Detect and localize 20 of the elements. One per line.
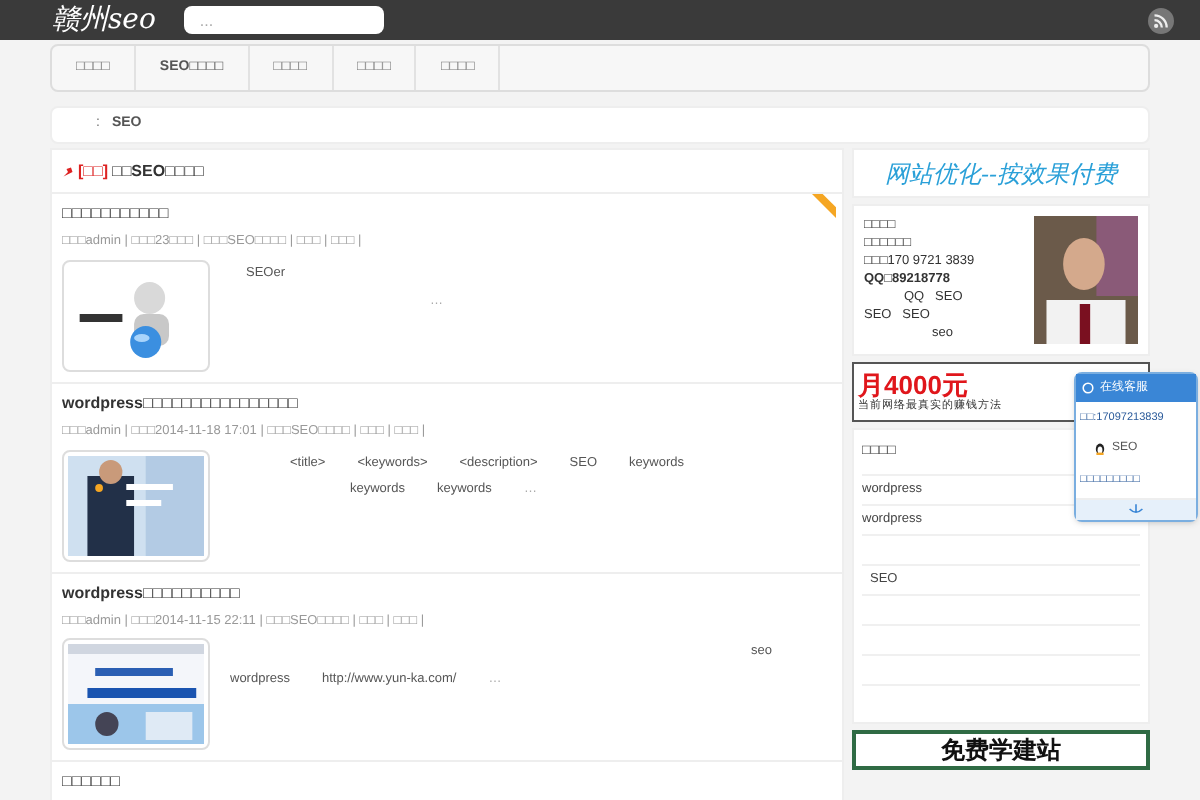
thumbnail[interactable] <box>62 638 210 751</box>
post-title[interactable]: wordpress□□□□□□□□□□ <box>62 581 240 605</box>
post-title[interactable]: □□□□□□□□□□□ <box>62 202 169 226</box>
rss-icon[interactable] <box>1148 7 1174 33</box>
post-title[interactable]: wordpress□□□□□□□□□□□□□□□□ <box>62 391 298 416</box>
banner-text: 网站优化--按效果付费 <box>884 157 1118 191</box>
chat-icon <box>1082 382 1094 394</box>
banner[interactable]: 免费学建站 <box>852 730 1150 770</box>
logo[interactable]: 赣州seo <box>52 6 156 34</box>
anchor-icon[interactable] <box>1128 504 1144 514</box>
category-tag: [□□] <box>78 159 108 183</box>
penguin-icon[interactable] <box>1094 442 1106 457</box>
post-title[interactable]: □□□□□□ <box>62 770 120 795</box>
banner-text: 免费学建站 <box>941 734 1061 768</box>
category-title: □□SEO□□□□ <box>112 159 204 183</box>
search-field[interactable]: ... <box>183 6 384 34</box>
pin-icon <box>62 165 74 177</box>
thumbnail[interactable] <box>62 259 210 372</box>
banner-text: 月4000元 <box>858 371 968 398</box>
thumbnail[interactable] <box>62 449 210 561</box>
